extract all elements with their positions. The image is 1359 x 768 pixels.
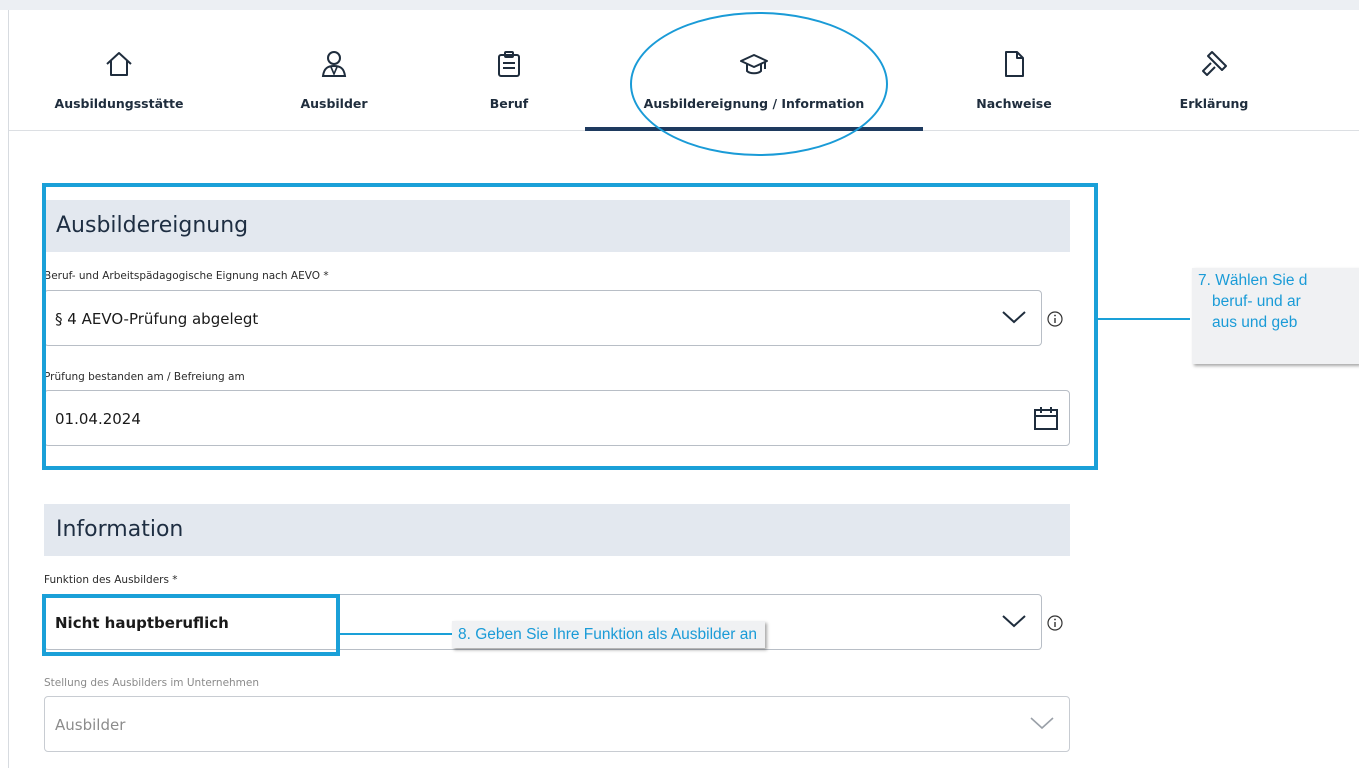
callout-connector: [340, 633, 452, 635]
tab-label: Ausbilder: [300, 96, 368, 111]
section-title: Information: [56, 517, 184, 542]
stellung-select: Ausbilder: [44, 696, 1070, 752]
clipboard-icon: [498, 51, 520, 77]
active-tab-indicator: [585, 127, 923, 131]
tab-label: Ausbildungsstätte: [54, 96, 184, 111]
info-icon[interactable]: [1047, 615, 1063, 631]
chevron-down-icon: [1002, 615, 1026, 628]
tab-nachweise[interactable]: Nachweise: [959, 10, 1069, 130]
callout-connector: [1098, 318, 1190, 320]
tab-label: Erklärung: [1179, 96, 1249, 111]
callout-step-8: 8. Geben Sie Ihre Funktion als Ausbilder…: [452, 621, 765, 648]
tab-beruf[interactable]: Beruf: [459, 10, 559, 130]
date-label: Prüfung bestanden am / Befreiung am: [44, 371, 245, 383]
tab-label: Nachweise: [976, 96, 1052, 111]
graduation-cap-icon: [740, 54, 768, 75]
stellung-label: Stellung des Ausbilders im Unternehmen: [44, 677, 260, 689]
callout-text: 7. Wählen Sie d: [1198, 272, 1308, 289]
callout-text: 8. Geben Sie Ihre Funktion als Ausbilder…: [458, 626, 757, 643]
tab-bar: Ausbildungsstätte Ausbilder Beruf Ausbil…: [9, 10, 1359, 131]
gavel-icon: [1202, 51, 1227, 76]
section-header-information: Information: [44, 504, 1070, 556]
funktion-select-value: Nicht hauptberuflich: [55, 614, 229, 632]
tab-label: Beruf: [489, 96, 529, 111]
tab-ausbildungsstaette[interactable]: Ausbildungsstätte: [49, 10, 189, 130]
exam-date-value: 01.04.2024: [55, 410, 141, 428]
house-icon: [106, 52, 132, 76]
chevron-down-icon: [1030, 717, 1054, 730]
chevron-down-icon: [1002, 311, 1026, 324]
person-icon: [321, 51, 347, 77]
document-icon: [1005, 51, 1024, 77]
info-icon[interactable]: [1047, 311, 1063, 327]
tab-ausbildereignung[interactable]: Ausbildereignung / Information: [585, 10, 923, 131]
aevo-select-value: § 4 AEVO-Prüfung abgelegt: [55, 310, 259, 328]
top-bar: [0, 0, 1359, 10]
stellung-select-value: Ausbilder: [55, 716, 126, 734]
calendar-icon[interactable]: [1033, 405, 1059, 431]
tab-label: Ausbildereignung / Information: [643, 96, 865, 111]
tab-ausbilder[interactable]: Ausbilder: [279, 10, 389, 130]
funktion-label: Funktion des Ausbilders *: [44, 574, 178, 586]
section-title: Ausbildereignung: [56, 213, 249, 238]
callout-text: aus und geb: [1212, 314, 1298, 331]
aevo-label: Beruf- und Arbeitspädagogische Eignung n…: [44, 270, 329, 282]
callout-step-7: 7. Wählen Sie d beruf- und ar aus und ge…: [1192, 268, 1359, 364]
tab-erklaerung[interactable]: Erklärung: [1159, 10, 1269, 130]
section-header-ausbildereignung: Ausbildereignung: [44, 200, 1070, 252]
exam-date-input[interactable]: 01.04.2024: [44, 390, 1070, 446]
aevo-select[interactable]: § 4 AEVO-Prüfung abgelegt: [44, 290, 1042, 346]
callout-text: beruf- und ar: [1212, 293, 1301, 310]
